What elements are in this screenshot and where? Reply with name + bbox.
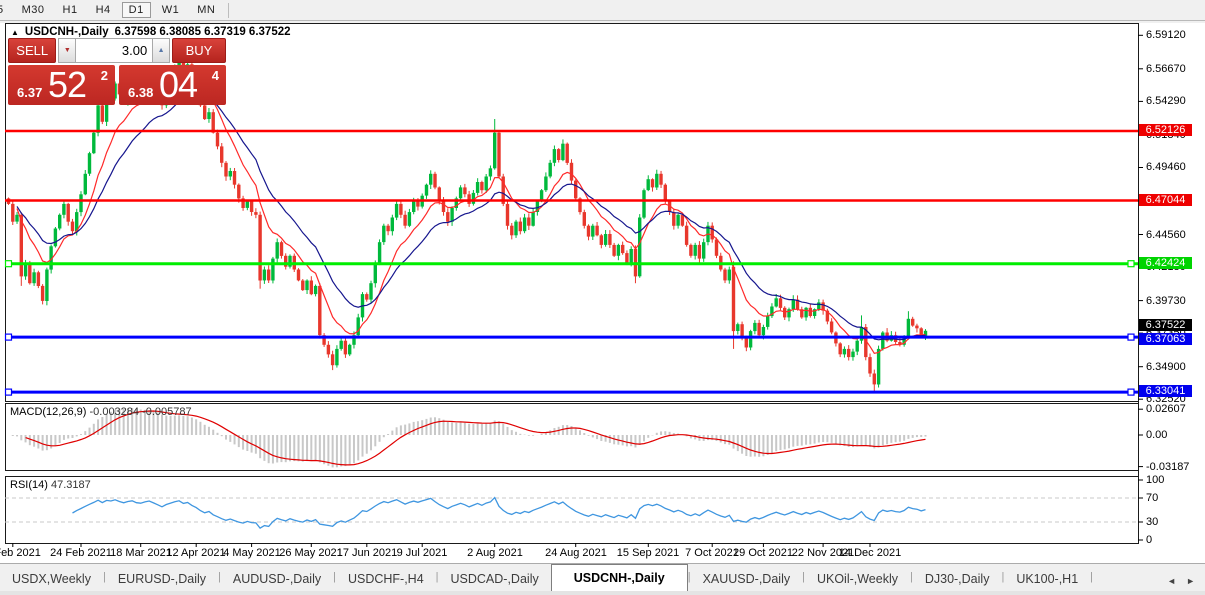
date-axis-label: 26 May 2021 [279, 547, 343, 559]
sell-button[interactable]: SELL [8, 38, 56, 63]
price-badge: 6.47044 [1139, 194, 1192, 206]
price-axis-tick: 6.59120 [1146, 29, 1186, 41]
price-axis-tick: 6.54290 [1146, 95, 1186, 107]
buy-price-pips: 04 [159, 64, 197, 106]
volume-increase-button[interactable]: ▲ [152, 38, 170, 63]
timeframe-button-D1[interactable]: D1 [122, 2, 151, 18]
timeframe-button-H1[interactable]: H1 [56, 2, 85, 18]
chart-tab-ukoil-weekly[interactable]: UKOil-,Weekly [805, 567, 910, 592]
rsi-line [73, 498, 926, 528]
timeframe-button-W1[interactable]: W1 [155, 2, 187, 18]
timeframe-button-MN[interactable]: MN [190, 2, 222, 18]
timeframe-button-H4[interactable]: H4 [89, 2, 118, 18]
collapse-arrow-icon[interactable]: ▲ [11, 28, 19, 37]
hline-handle[interactable] [1128, 389, 1134, 395]
macd-axis-tick: 0.00 [1146, 429, 1167, 441]
chart-ohlc-values: 6.37598 6.38085 6.37319 6.37522 [115, 26, 291, 38]
one-click-trade-panel: SELL ▼ ▲ BUY 6.37 52 2 6.38 04 4 [8, 38, 226, 105]
rsi-axis-tick: 70 [1146, 492, 1158, 504]
chart-tab-usdcad-daily[interactable]: USDCAD-,Daily [439, 567, 551, 592]
date-axis-label: 24 Feb 2021 [50, 547, 112, 559]
sell-price-tile[interactable]: 6.37 52 2 [8, 65, 115, 105]
tab-scroll-right-icon[interactable]: ► [1186, 576, 1195, 586]
chart-header: ▲ USDCNH-,Daily 6.37598 6.38085 6.37319 … [11, 26, 291, 38]
date-axis-label: 7 Oct 2021 [685, 547, 739, 559]
hline-handle[interactable] [6, 389, 12, 395]
chart-tab-dj30-daily[interactable]: DJ30-,Daily [913, 567, 1002, 592]
status-strip [0, 591, 1205, 595]
hline-handle[interactable] [6, 261, 12, 267]
macd-label: MACD(12,26,9) -0.003284 -0.005787 [10, 406, 192, 418]
price-axis-tick: 6.49460 [1146, 161, 1186, 173]
volume-input[interactable] [76, 38, 152, 63]
mt4-chart-window: { "toolbar": {"timeframes": ["5", "M30",… [0, 0, 1205, 595]
toolbar-separator [228, 3, 229, 18]
buy-price-prefix: 6.38 [128, 85, 153, 100]
price-badge: 6.42424 [1139, 257, 1192, 269]
tab-scroll-left-icon[interactable]: ◄ [1167, 576, 1176, 586]
date-axis-label: 14 Dec 2021 [839, 547, 901, 559]
buy-price-point: 4 [212, 68, 219, 83]
date-axis-label: 2 Aug 2021 [467, 547, 523, 559]
timeframe-button-M30[interactable]: M30 [15, 2, 52, 18]
chart-tab-xauusd-daily[interactable]: XAUUSD-,Daily [691, 567, 803, 592]
sell-price-pips: 52 [48, 64, 86, 106]
date-axis-label: 9 Jul 2021 [397, 547, 448, 559]
date-axis-label: 17 Jun 2021 [337, 547, 398, 559]
chart-title: USDCNH-,Daily [25, 26, 109, 38]
hline-handle[interactable] [6, 334, 12, 340]
macd-axis-tick: -0.03187 [1146, 461, 1189, 473]
macd-value: -0.003284 [89, 406, 139, 418]
rsi-value: 47.3187 [51, 479, 91, 491]
date-axis-label: 2 Feb 2021 [0, 547, 41, 559]
chart-tab-usdcnh-daily[interactable]: USDCNH-,Daily [551, 564, 688, 592]
price-axis-tick: 6.39730 [1146, 295, 1186, 307]
chart-tab-usdchf-h4[interactable]: USDCHF-,H4 [336, 567, 436, 592]
rsi-axis-tick: 30 [1146, 516, 1158, 528]
chart-tab-eurusd-daily[interactable]: EURUSD-,Daily [106, 567, 218, 592]
price-badge: 6.37522 [1139, 319, 1192, 331]
price-badge: 6.52126 [1139, 124, 1192, 136]
price-badge: 6.33041 [1139, 385, 1192, 397]
buy-button[interactable]: BUY [172, 38, 226, 63]
chart-tab-usdx-weekly[interactable]: USDX,Weekly [0, 567, 103, 592]
macd-signal-value: -0.005787 [142, 406, 192, 418]
date-axis-label: 29 Oct 2021 [733, 547, 793, 559]
price-axis-tick: 6.56670 [1146, 63, 1186, 75]
date-axis-label: 4 May 2021 [223, 547, 280, 559]
tab-separator: | [1090, 571, 1093, 586]
rsi-axis-tick: 0 [1146, 534, 1152, 546]
price-badge: 6.37063 [1139, 333, 1192, 345]
hline-handle[interactable] [1128, 334, 1134, 340]
sell-price-point: 2 [101, 68, 108, 83]
volume-decrease-button[interactable]: ▼ [58, 38, 76, 63]
price-axis-tick: 6.44560 [1146, 229, 1186, 241]
price-axis-tick: 6.34900 [1146, 361, 1186, 373]
chart-tab-uk100-h1[interactable]: UK100-,H1 [1004, 567, 1090, 592]
sell-price-prefix: 6.37 [17, 85, 42, 100]
date-axis-label: 15 Sep 2021 [617, 547, 679, 559]
macd-signal-line [26, 411, 926, 465]
chart-tab-bar: USDX,Weekly|EURUSD-,Daily|AUDUSD-,Daily|… [0, 563, 1205, 592]
date-axis-label: 24 Aug 2021 [545, 547, 607, 559]
rsi-label: RSI(14) 47.3187 [10, 479, 91, 491]
date-axis-label: 12 Apr 2021 [166, 547, 225, 559]
date-axis-label: 18 Mar 2021 [110, 547, 172, 559]
macd-axis-tick: 0.02607 [1146, 403, 1186, 415]
chart-tab-audusd-daily[interactable]: AUDUSD-,Daily [221, 567, 333, 592]
timeframe-button-5[interactable]: 5 [0, 2, 11, 18]
rsi-axis-tick: 100 [1146, 474, 1164, 486]
buy-price-tile[interactable]: 6.38 04 4 [119, 65, 226, 105]
timeframe-toolbar: 5M30H1H4D1W1MN [0, 0, 1205, 21]
hline-handle[interactable] [1128, 261, 1134, 267]
